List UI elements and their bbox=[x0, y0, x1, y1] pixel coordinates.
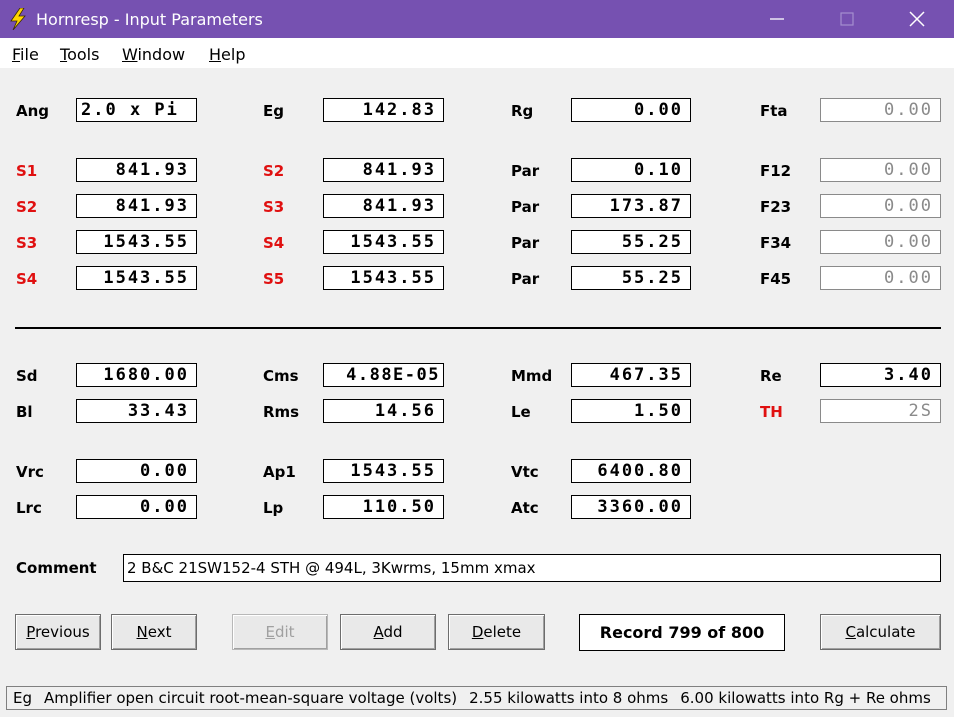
eg-field[interactable]: 142.83 bbox=[323, 98, 444, 122]
s5-label: S5 bbox=[263, 270, 285, 288]
ap1-field[interactable]: 1543.55 bbox=[323, 459, 444, 483]
vtc-label: Vtc bbox=[511, 463, 539, 481]
f45-field: 0.00 bbox=[820, 266, 941, 290]
sd-field[interactable]: 1680.00 bbox=[76, 363, 197, 387]
f23-label: F23 bbox=[760, 198, 792, 216]
s2-field[interactable]: 841.93 bbox=[323, 158, 444, 182]
menu-help[interactable]: Help bbox=[209, 45, 245, 64]
window-title: Hornresp - Input Parameters bbox=[36, 10, 263, 29]
s4-label: S4 bbox=[16, 270, 38, 288]
next-button[interactable]: Next bbox=[111, 614, 197, 650]
s1-field[interactable]: 841.93 bbox=[76, 158, 197, 182]
status-power-8ohm: 2.55 kilowatts into 8 ohms bbox=[469, 689, 669, 707]
bl-field[interactable]: 33.43 bbox=[76, 399, 197, 423]
re-label: Re bbox=[760, 367, 782, 385]
status-power-rgre: 6.00 kilowatts into Rg + Re ohms bbox=[680, 689, 931, 707]
atc-field[interactable]: 3360.00 bbox=[571, 495, 691, 519]
le-label: Le bbox=[511, 403, 531, 421]
s4-label: S4 bbox=[263, 234, 285, 252]
s1-label: S1 bbox=[16, 162, 38, 180]
maximize-button[interactable] bbox=[820, 0, 876, 38]
section-divider bbox=[15, 327, 941, 329]
maximize-icon bbox=[840, 12, 854, 26]
ang-label: Ang bbox=[16, 102, 50, 120]
par-field[interactable]: 173.87 bbox=[571, 194, 691, 218]
title-bar: Hornresp - Input Parameters bbox=[0, 0, 954, 38]
rms-label: Rms bbox=[263, 403, 300, 421]
par-label: Par bbox=[511, 162, 540, 180]
f23-field: 0.00 bbox=[820, 194, 941, 218]
minimize-button[interactable] bbox=[750, 0, 806, 38]
rg-field[interactable]: 0.00 bbox=[571, 98, 691, 122]
rms-field[interactable]: 14.56 bbox=[323, 399, 444, 423]
par-field[interactable]: 0.10 bbox=[571, 158, 691, 182]
menu-window[interactable]: Window bbox=[122, 45, 185, 64]
cms-label: Cms bbox=[263, 367, 299, 385]
s2-label: S2 bbox=[16, 198, 38, 216]
par-label: Par bbox=[511, 234, 540, 252]
status-param: Eg bbox=[13, 689, 32, 707]
close-icon bbox=[909, 11, 925, 27]
fta-field: 0.00 bbox=[820, 98, 941, 122]
lightning-bolt-icon bbox=[10, 8, 26, 30]
f12-field: 0.00 bbox=[820, 158, 941, 182]
record-indicator: Record 799 of 800 bbox=[579, 614, 785, 651]
par-field[interactable]: 55.25 bbox=[571, 230, 691, 254]
rg-label: Rg bbox=[511, 102, 534, 120]
bl-label: Bl bbox=[16, 403, 33, 421]
comment-field[interactable]: 2 B&C 21SW152-4 STH @ 494L, 3Kwrms, 15mm… bbox=[123, 554, 941, 582]
add-button[interactable]: Add bbox=[340, 614, 436, 650]
s5-field[interactable]: 1543.55 bbox=[323, 266, 444, 290]
ap1-label: Ap1 bbox=[263, 463, 296, 481]
lrc-field[interactable]: 0.00 bbox=[76, 495, 197, 519]
cms-field[interactable]: 4.88E-05 bbox=[323, 363, 444, 387]
previous-button[interactable]: Previous bbox=[15, 614, 101, 650]
s3-label: S3 bbox=[16, 234, 38, 252]
s4-field[interactable]: 1543.55 bbox=[76, 266, 197, 290]
menu-file[interactable]: File bbox=[12, 45, 39, 64]
th-field: 2S bbox=[820, 399, 941, 423]
vrc-label: Vrc bbox=[16, 463, 44, 481]
menu-tools[interactable]: Tools bbox=[60, 45, 99, 64]
le-field[interactable]: 1.50 bbox=[571, 399, 691, 423]
mmd-label: Mmd bbox=[511, 367, 553, 385]
sd-label: Sd bbox=[16, 367, 38, 385]
s2-label: S2 bbox=[263, 162, 285, 180]
f45-label: F45 bbox=[760, 270, 792, 288]
menu-bar: File Tools Window Help bbox=[0, 38, 954, 68]
s3-field[interactable]: 841.93 bbox=[323, 194, 444, 218]
fta-label: Fta bbox=[760, 102, 788, 120]
minimize-icon bbox=[770, 18, 784, 20]
atc-label: Atc bbox=[511, 499, 539, 517]
s2-field[interactable]: 841.93 bbox=[76, 194, 197, 218]
vrc-field[interactable]: 0.00 bbox=[76, 459, 197, 483]
status-description: Amplifier open circuit root-mean-square … bbox=[44, 689, 458, 707]
lp-field[interactable]: 110.50 bbox=[323, 495, 444, 519]
s3-field[interactable]: 1543.55 bbox=[76, 230, 197, 254]
par-label: Par bbox=[511, 198, 540, 216]
f34-field: 0.00 bbox=[820, 230, 941, 254]
ang-field[interactable]: 2.0 x Pi bbox=[76, 98, 197, 122]
comment-label: Comment bbox=[16, 559, 97, 577]
th-label: TH bbox=[760, 403, 783, 421]
mmd-field[interactable]: 467.35 bbox=[571, 363, 691, 387]
f12-label: F12 bbox=[760, 162, 792, 180]
s4-field[interactable]: 1543.55 bbox=[323, 230, 444, 254]
lp-label: Lp bbox=[263, 499, 284, 517]
calculate-button[interactable]: Calculate bbox=[820, 614, 941, 650]
delete-button[interactable]: Delete bbox=[448, 614, 545, 650]
par-field[interactable]: 55.25 bbox=[571, 266, 691, 290]
vtc-field[interactable]: 6400.80 bbox=[571, 459, 691, 483]
s3-label: S3 bbox=[263, 198, 285, 216]
f34-label: F34 bbox=[760, 234, 792, 252]
re-field[interactable]: 3.40 bbox=[820, 363, 941, 387]
eg-label: Eg bbox=[263, 102, 284, 120]
edit-button[interactable]: Edit bbox=[232, 614, 328, 650]
close-button[interactable] bbox=[890, 0, 946, 38]
lrc-label: Lrc bbox=[16, 499, 42, 517]
status-bar: Eg Amplifier open circuit root-mean-squar… bbox=[0, 684, 954, 717]
par-label: Par bbox=[511, 270, 540, 288]
